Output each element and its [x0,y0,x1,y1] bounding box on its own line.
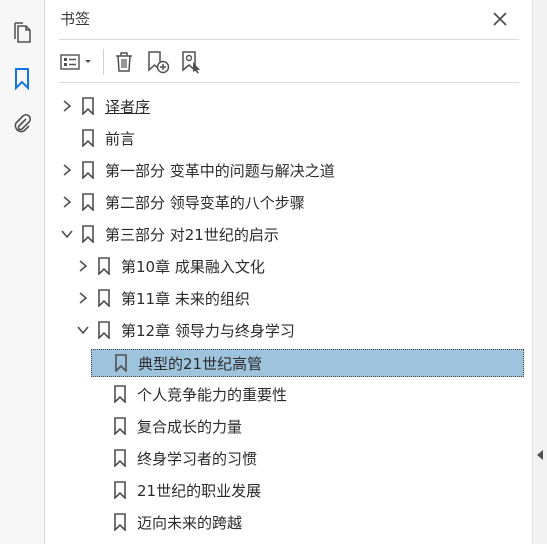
bookmark-icon [113,512,127,532]
collapse-panel-icon[interactable] [535,448,545,462]
bookmark-icon [113,448,127,468]
bookmark-item[interactable]: 第二部分 领导变革的八个步骤 [59,186,305,218]
bookmark-icon [114,353,128,373]
chevron-down-icon[interactable] [59,226,75,242]
delete-bookmark-icon[interactable] [111,49,137,75]
divider [59,82,519,83]
bookmark-label: 复合成长的力量 [137,417,243,436]
bookmark-icon [113,384,127,404]
bookmark-label: 21世纪的职业发展 [137,481,262,500]
bookmark-label: 前言 [105,129,136,148]
bookmark-item[interactable]: 终身学习者的习惯 [91,442,257,474]
bookmark-item[interactable]: 第10章 成果融入文化 [75,250,265,282]
bookmark-label: 终身学习者的习惯 [137,449,258,468]
bookmark-item[interactable]: 第11章 未来的组织 [75,282,250,314]
bookmark-icon [97,256,111,276]
chevron-right-icon[interactable] [59,162,75,178]
bookmark-item[interactable]: 典型的21世纪高管 [91,349,524,377]
navigation-rail [0,0,45,544]
bookmark-icon [97,288,111,308]
bookmark-label: 第12章 领导力与终身学习 [121,321,295,340]
bookmark-from-selection-icon[interactable] [179,49,205,75]
bookmark-icon [97,320,111,340]
panel-edge [532,0,547,544]
bookmark-item[interactable]: 第三部分 对21世纪的启示 [59,218,279,250]
panel-title: 书签 [60,10,91,28]
bookmark-label: 译者序 [105,97,151,116]
bookmark-icon [81,96,95,116]
bookmark-item[interactable]: 21世纪的职业发展 [91,474,261,506]
bookmark-item[interactable]: 迈向未来的跨越 [91,506,242,538]
bookmarks-icon[interactable] [9,66,35,92]
bookmark-label: 第10章 成果融入文化 [121,257,265,276]
toolbar-separator [103,49,104,75]
bookmark-item[interactable]: 复合成长的力量 [91,410,242,442]
bookmark-label: 典型的21世纪高管 [138,354,263,373]
bookmarks-toolbar [59,45,519,79]
chevron-down-icon[interactable] [75,322,91,338]
divider [59,39,519,40]
bookmarks-panel: 书签 译者序前言第一部分 变革中的问题与解决之道 第二部分 领导变革的八个步骤 第三… [45,0,532,544]
chevron-right-icon[interactable] [59,194,75,210]
bookmark-label: 第三部分 对21世纪的启示 [105,225,279,244]
bookmark-icon [81,224,95,244]
close-icon[interactable] [489,8,511,30]
bookmark-icon [81,128,95,148]
chevron-right-icon[interactable] [75,258,91,274]
bookmark-label: 第11章 未来的组织 [121,289,250,308]
attachments-icon[interactable] [9,111,35,137]
bookmark-item[interactable]: 译者序 [59,90,150,122]
bookmark-label: 第二部分 领导变革的八个步骤 [105,193,305,212]
bookmark-icon [113,480,127,500]
new-bookmark-icon[interactable] [145,49,171,75]
bookmark-item[interactable]: 前言 [59,122,135,154]
bookmark-item[interactable]: 第12章 领导力与终身学习 [75,314,295,346]
pages-icon[interactable] [9,20,35,46]
bookmark-label: 个人竞争能力的重要性 [137,385,288,404]
bookmark-item[interactable]: 第一部分 变革中的问题与解决之道 [59,154,335,186]
bookmark-item[interactable]: 个人竞争能力的重要性 [91,378,287,410]
chevron-right-icon[interactable] [75,290,91,306]
bookmark-label: 迈向未来的跨越 [137,513,243,532]
bookmark-icon [113,416,127,436]
chevron-right-icon[interactable] [59,98,75,114]
bookmark-label: 第一部分 变革中的问题与解决之道 [105,161,335,180]
bookmark-icon [81,192,95,212]
bookmark-icon [81,160,95,180]
options-menu-button[interactable] [59,49,97,75]
